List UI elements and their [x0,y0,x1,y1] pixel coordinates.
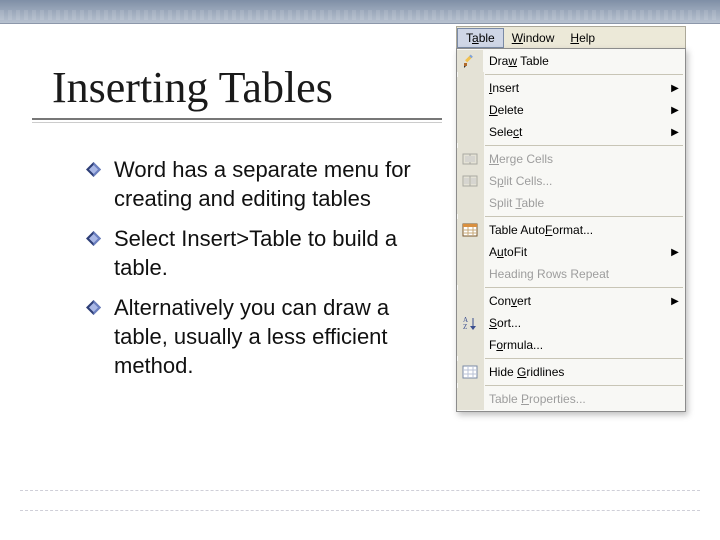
slide: Inserting Tables Word has a separate men… [0,0,720,540]
menu-item-label: Select [483,125,669,139]
menu-item-label: Hide Gridlines [483,365,669,379]
menubar-item-window[interactable]: Window [504,29,563,47]
menu-item-table-properties: Table Properties... [457,388,685,410]
menubar-item-help[interactable]: Help [562,29,603,47]
menu-item-split-table: Split Table [457,192,685,214]
menu-item-insert[interactable]: Insert▶ [457,77,685,99]
submenu-arrow-icon: ▶ [669,296,685,307]
bullet-text: Alternatively you can draw a table, usua… [114,295,389,377]
menu-item-split-cells: Split Cells... [457,170,685,192]
pencil-icon [462,53,478,69]
submenu-arrow-icon: ▶ [669,247,685,258]
menu-item-formula[interactable]: Formula... [457,334,685,356]
blank [457,241,483,263]
bullet-item: Alternatively you can draw a table, usua… [86,294,436,380]
title-underline [32,118,442,120]
submenu-arrow-icon: ▶ [669,83,685,94]
split-cells-icon [462,173,478,189]
blank [457,263,483,285]
slide-top-band [0,0,720,24]
split-cells-icon [457,170,483,192]
menubar-item-table[interactable]: Table [457,28,504,48]
menu-item-label: Insert [483,81,669,95]
autoformat-icon [457,219,483,241]
menubar: TableWindowHelp [456,26,686,48]
menu-item-hide-gridlines[interactable]: Hide Gridlines [457,361,685,383]
pencil-icon [457,50,483,72]
bullet-list: Word has a separate menu for creating an… [86,156,436,392]
menu-item-label: Split Cells... [483,174,669,188]
merge-cells-icon [457,148,483,170]
menu-item-label: Convert [483,294,669,308]
menu-item-label: Table Properties... [483,392,669,406]
blank [457,290,483,312]
menu-item-label: Formula... [483,338,669,352]
menu-item-label: Table AutoFormat... [483,223,669,237]
submenu-arrow-icon: ▶ [669,105,685,116]
autoformat-icon [462,222,478,238]
menu-item-delete[interactable]: Delete▶ [457,99,685,121]
table-menu-panel: TableWindowHelp Draw TableInsert▶Delete▶… [456,26,686,412]
footer-rule [20,490,700,491]
menu-item-label: Split Table [483,196,669,210]
menu-item-select[interactable]: Select▶ [457,121,685,143]
menu-separator [485,385,683,386]
menu-item-label: Sort... [483,316,669,330]
menu-item-label: Merge Cells [483,152,669,166]
sort-icon [457,312,483,334]
menu-separator [485,287,683,288]
menu-item-heading-rows-repeat: Heading Rows Repeat [457,263,685,285]
menu-separator [485,145,683,146]
diamond-bullet-icon [86,231,101,246]
footer-rule [20,510,700,511]
submenu-arrow-icon: ▶ [669,127,685,138]
gridlines-icon [457,361,483,383]
menu-item-label: AutoFit [483,245,669,259]
menu-item-label: Delete [483,103,669,117]
table-menu-dropdown: Draw TableInsert▶Delete▶Select▶Merge Cel… [456,48,686,412]
menu-item-table-autoformat[interactable]: Table AutoFormat... [457,219,685,241]
page-title: Inserting Tables [52,62,333,113]
bullet-item: Word has a separate menu for creating an… [86,156,436,213]
bullet-item: Select Insert>Table to build a table. [86,225,436,282]
menu-item-autofit[interactable]: AutoFit▶ [457,241,685,263]
bullet-text: Select Insert>Table to build a table. [114,226,397,280]
menu-item-sort[interactable]: Sort... [457,312,685,334]
menu-item-convert[interactable]: Convert▶ [457,290,685,312]
blank [457,192,483,214]
blank [457,99,483,121]
diamond-bullet-icon [86,300,101,315]
menu-item-label: Heading Rows Repeat [483,267,669,281]
menu-separator [485,74,683,75]
menu-separator [485,216,683,217]
menu-item-merge-cells: Merge Cells [457,148,685,170]
blank [457,388,483,410]
blank [457,334,483,356]
blank [457,121,483,143]
blank [457,77,483,99]
merge-cells-icon [462,151,478,167]
sort-icon [462,315,478,331]
menu-item-draw-table[interactable]: Draw Table [457,50,685,72]
bullet-text: Word has a separate menu for creating an… [114,157,411,211]
menu-item-label: Draw Table [483,54,669,68]
diamond-bullet-icon [86,162,101,177]
menu-separator [485,358,683,359]
gridlines-icon [462,364,478,380]
